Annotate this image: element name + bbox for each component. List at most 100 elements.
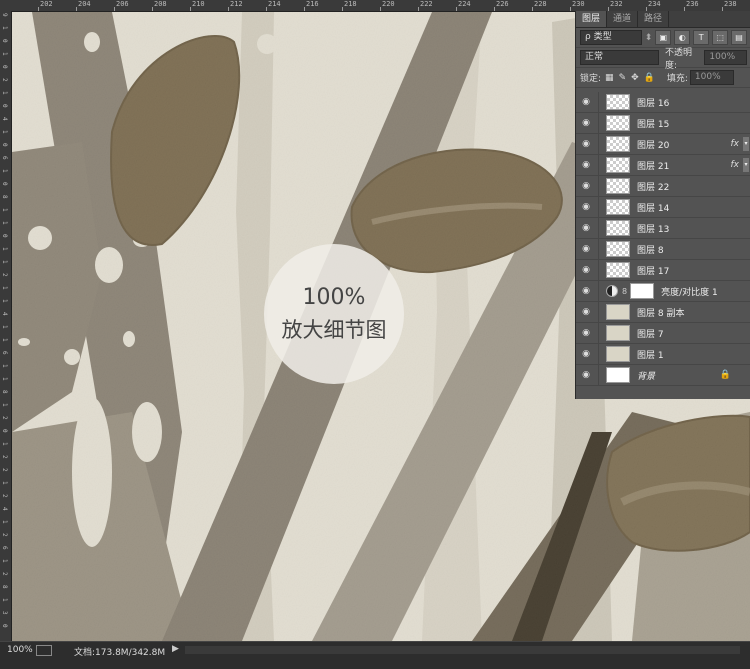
visibility-eye-icon[interactable]: ◉ [579,97,593,107]
layer-name[interactable]: 图层 14 [637,201,669,214]
lock-row: 锁定: ▦ ✎ ✥ 🔒 填充: 100% [576,68,750,88]
visibility-eye-icon[interactable]: ◉ [579,181,593,191]
layer-thumbnail[interactable] [606,220,630,236]
ruler-tick-mark [494,7,495,11]
layer-row[interactable]: ◉ 图层 22 [576,176,750,197]
layer-row[interactable]: ◉ 图层 15 [576,113,750,134]
tab-channels[interactable]: 通道 [607,11,639,27]
layer-row[interactable]: ◉ 图层 20 fx ▾ [576,134,750,155]
layer-row[interactable]: ◉ 图层 1 [576,344,750,365]
visibility-eye-icon[interactable]: ◉ [579,160,593,170]
visibility-eye-icon[interactable]: ◉ [579,244,593,254]
opacity-input[interactable]: 100% [704,50,747,65]
layer-thumbnail[interactable] [606,304,630,320]
layers-panel: 图层 通道 路径 ρ 类型 ⬍ ▣ ◐ T ⬚ ▤ 正常 不透明度: 100% … [575,11,750,399]
lock-all-icon[interactable]: 🔒 [644,73,655,83]
zoom-level[interactable]: 100% [7,645,33,655]
layer-thumbnail[interactable] [606,325,630,341]
lock-position-icon[interactable]: ✥ [631,73,639,83]
layer-thumbnail[interactable] [606,346,630,362]
layer-row[interactable]: ◉ 图层 21 fx ▾ [576,155,750,176]
horizontal-scrollbar[interactable] [185,646,740,654]
layer-row[interactable]: ◉ 图层 7 [576,323,750,344]
layer-mask-thumbnail[interactable] [630,283,655,299]
ruler-tick-label: 214 [268,0,281,8]
layer-effects-icon[interactable]: fx [731,160,740,170]
layer-name[interactable]: 图层 8 副本 [637,306,684,319]
lock-image-icon[interactable]: ✎ [619,73,627,83]
layer-row[interactable]: ◉ 图层 8 副本 [576,302,750,323]
visibility-eye-icon[interactable]: ◉ [579,349,593,359]
visibility-eye-icon[interactable]: ◉ [579,265,593,275]
layer-name[interactable]: 背景 [637,369,655,382]
ruler-tick-label: 230 [572,0,585,8]
layer-thumbnail[interactable] [606,262,630,278]
layer-row[interactable]: ◉ 图层 16 [576,92,750,113]
blend-mode-select[interactable]: 正常 [580,50,659,65]
layer-thumbnail[interactable] [606,241,630,257]
type-filter-icon[interactable]: T [693,30,710,45]
layer-row[interactable]: ◉ 图层 17 [576,260,750,281]
ruler-tick-label: 1 [1,481,8,485]
layer-row[interactable]: ◉ 图层 8 [576,239,750,260]
ruler-tick-label: 1 [1,377,8,381]
tab-layers[interactable]: 图层 [576,11,608,27]
effects-expand-icon[interactable]: ▾ [743,158,749,172]
layer-thumbnail[interactable] [606,136,630,152]
visibility-eye-icon[interactable]: ◉ [579,286,593,296]
ruler-tick-label: 9 [1,13,8,17]
visibility-eye-icon[interactable]: ◉ [579,202,593,212]
layer-row[interactable]: ◉ 8 亮度/对比度 1 [576,281,750,302]
effects-expand-icon[interactable]: ▾ [743,137,749,151]
layer-name[interactable]: 图层 8 [637,243,664,256]
layer-name[interactable]: 图层 17 [637,264,669,277]
visibility-eye-icon[interactable]: ◉ [579,307,593,317]
layer-thumbnail[interactable] [606,178,630,194]
adjustment-filter-icon[interactable]: ◐ [674,30,691,45]
layer-row[interactable]: ◉ 背景 🔒 [576,365,750,386]
layer-lock-icon: 🔒 [719,370,731,380]
layer-thumbnail[interactable] [606,115,630,131]
filter-kind-select[interactable]: ρ 类型 [580,30,642,45]
fill-input[interactable]: 100% [689,70,734,85]
ruler-tick-label: 0 [1,143,8,147]
layer-name[interactable]: 图层 20 [637,138,669,151]
filter-chevron-icon: ⬍ [644,32,653,43]
ruler-tick-label: 1 [1,52,8,56]
layer-name[interactable]: 图层 21 [637,159,669,172]
ruler-tick-label: 1 [1,364,8,368]
layer-thumbnail[interactable] [606,94,630,110]
ruler-tick-label: 1 [1,598,8,602]
layer-name[interactable]: 图层 7 [637,327,664,340]
layer-name[interactable]: 亮度/对比度 1 [661,285,718,298]
layer-row[interactable]: ◉ 图层 13 [576,218,750,239]
layer-row[interactable]: ◉ 图层 14 [576,197,750,218]
layer-name[interactable]: 图层 15 [637,117,669,130]
ruler-tick-label: 234 [648,0,661,8]
visibility-eye-icon[interactable]: ◉ [579,223,593,233]
layer-name[interactable]: 图层 1 [637,348,664,361]
mask-link-icon[interactable]: 8 [622,287,627,296]
layer-effects-icon[interactable]: fx [731,139,740,149]
layer-name[interactable]: 图层 13 [637,222,669,235]
smart-object-filter-icon[interactable]: ▤ [731,30,747,45]
layer-name[interactable]: 图层 16 [637,96,669,109]
visibility-eye-icon[interactable]: ◉ [579,118,593,128]
ruler-tick-label: 2 [1,455,8,459]
visibility-eye-icon[interactable]: ◉ [579,139,593,149]
visibility-eye-icon[interactable]: ◉ [579,370,593,380]
status-menu-arrow-icon[interactable]: ▶ [172,644,179,654]
layer-thumbnail[interactable] [606,199,630,215]
badge-percent: 100% [302,284,366,310]
ruler-tick-label: 236 [686,0,699,8]
lock-transparent-icon[interactable]: ▦ [605,73,614,83]
shape-filter-icon[interactable]: ⬚ [712,30,729,45]
layer-name[interactable]: 图层 22 [637,180,669,193]
ruler-tick-label: 1 [1,26,8,30]
ruler-tick-label: 232 [610,0,623,8]
pixel-filter-icon[interactable]: ▣ [655,30,672,45]
visibility-eye-icon[interactable]: ◉ [579,328,593,338]
tab-paths[interactable]: 路径 [638,11,670,27]
layer-thumbnail[interactable] [606,367,630,383]
layer-thumbnail[interactable] [606,157,630,173]
